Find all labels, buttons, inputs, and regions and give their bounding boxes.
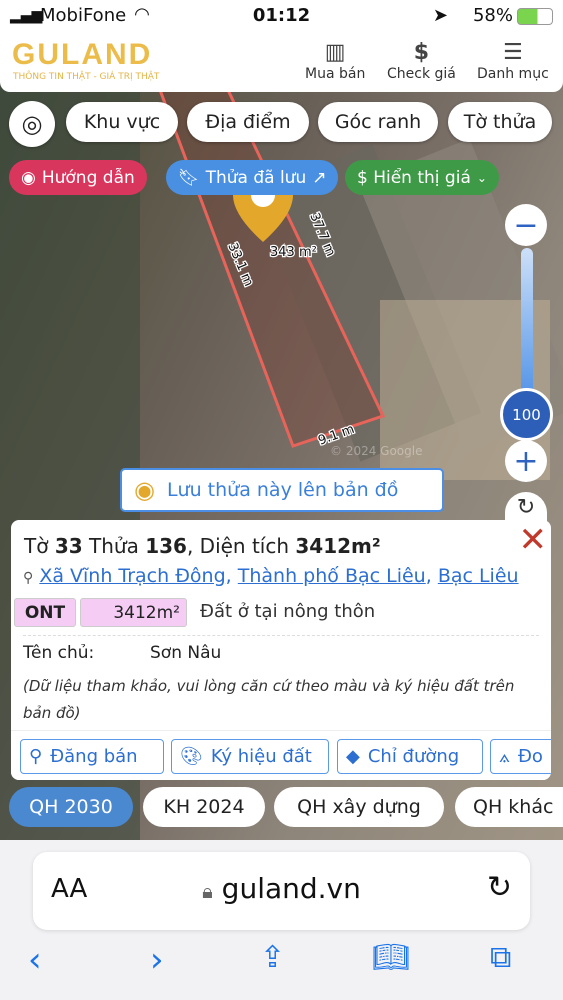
address-commune-link[interactable]: Xã Vĩnh Trạch Đông <box>39 565 225 587</box>
external-arrow-icon: ↗ <box>312 167 327 188</box>
action-bar: ⚲ Đăng bán 🎨︎ Ký hiệu đất ◆ Chỉ đường ⟑ Đo <box>11 730 551 780</box>
guide-label: Hướng dẫn <box>41 167 135 188</box>
building-icon: ▥ <box>324 40 346 65</box>
add-location-icon: ⚲ <box>29 746 43 767</box>
tab-kh-2024[interactable]: KH 2024 <box>143 787 265 827</box>
tab-qh-khac[interactable]: QH khác <box>455 787 563 827</box>
nav-label: Danh mục <box>477 66 549 82</box>
address-bar[interactable]: AA 🔒︎ guland.vn ↻ <box>33 852 530 930</box>
action-label: Ký hiệu đất <box>210 746 312 767</box>
back-icon[interactable]: ‹ <box>28 940 42 980</box>
filter-dia-diem[interactable]: Địa điểm <box>187 102 309 142</box>
dollar-icon: $ <box>413 40 430 65</box>
nav-label: Check giá <box>387 66 456 82</box>
plus-icon: + <box>513 443 539 479</box>
reload-icon[interactable]: ↻ <box>487 870 512 905</box>
share-icon[interactable]: ⇪ <box>260 940 285 975</box>
zoom-slider[interactable] <box>521 248 533 408</box>
bookmarks-icon[interactable]: 📖︎ <box>372 940 410 975</box>
rotate-icon: ↻ <box>516 494 536 520</box>
owner-value: Sơn Nâu <box>150 643 222 663</box>
action-label: Đăng bán <box>50 746 138 767</box>
status-bar: ▂▄▆ MobiFone ◠ 01:12 ➤ 58% <box>0 0 563 32</box>
zoom-handle[interactable]: 100 <box>500 388 553 441</box>
menu-icon: ☰ <box>503 40 523 65</box>
parcel-title: Tờ 33 Thửa 136, Diện tích 3412m² <box>24 534 381 558</box>
guland-pin-icon: ◉ <box>134 476 155 504</box>
slogan: THÔNG TIN THẬT - GIÁ TRỊ THẬT <box>13 72 160 82</box>
action-label: Chỉ đường <box>367 746 460 767</box>
locate-button[interactable]: ◎ <box>9 101 55 147</box>
crosshair-icon: ◎ <box>21 110 43 138</box>
saved-parcels-button[interactable]: 🔖︎ Thửa đã lưu ↗ <box>166 160 339 195</box>
action-label: Đo <box>517 746 543 767</box>
save-parcel-button[interactable]: ◉ Lưu thửa này lên bản đồ <box>120 468 444 512</box>
land-symbols-button[interactable]: 🎨︎ Ký hiệu đất <box>171 739 329 774</box>
land-area-badge: 3412m² <box>80 598 187 627</box>
land-code-badge: ONT <box>14 598 76 627</box>
battery-icon <box>517 8 553 25</box>
pin-icon: ⚲ <box>23 570 34 586</box>
measure-button[interactable]: ⟑ Đo <box>490 739 551 774</box>
filter-goc-ranh[interactable]: Góc ranh <box>318 102 438 142</box>
palette-icon: 🎨︎ <box>180 746 203 767</box>
tab-qh-2030[interactable]: QH 2030 <box>9 787 133 827</box>
divider <box>23 635 539 636</box>
nav-mua-ban[interactable]: ▥ Mua bán <box>305 40 365 82</box>
chevron-down-icon: ⌄ <box>476 170 487 185</box>
parcel-info-card: Tờ 33 Thửa 136, Diện tích 3412m² ✕ ⚲ Xã … <box>11 520 551 780</box>
close-icon[interactable]: ✕ <box>519 520 548 560</box>
guland-logo[interactable]: GULAND <box>12 38 152 72</box>
disclaimer-note: (Dữ liệu tham khảo, vui lòng căn cứ theo… <box>23 677 515 722</box>
parcel-area-label: 343 m² <box>270 245 317 260</box>
filter-khu-vuc[interactable]: Khu vực <box>66 102 178 142</box>
post-sale-button[interactable]: ⚲ Đăng bán <box>20 739 164 774</box>
parcel-address: ⚲ Xã Vĩnh Trạch Đông, Thành phố Bạc Liêu… <box>23 565 519 587</box>
app-header: GULAND THÔNG TIN THẬT - GIÁ TRỊ THẬT ▥ Mu… <box>0 32 563 92</box>
play-icon: ◉ <box>21 167 36 188</box>
tabs-icon[interactable]: ⧉ <box>490 940 511 975</box>
nav-label: Mua bán <box>305 66 366 82</box>
battery-percent: 58% <box>472 5 513 26</box>
directions-button[interactable]: ◆ Chỉ đường <box>337 739 483 774</box>
map-watermark: © 2024 Google <box>330 444 422 458</box>
zoom-in-button[interactable]: + <box>505 440 547 482</box>
measure-icon: ⟑ <box>499 746 510 767</box>
location-arrow-icon: ➤ <box>432 5 448 26</box>
nav-check-gia[interactable]: $ Check giá <box>387 40 456 82</box>
owner-label: Tên chủ: <box>23 643 95 663</box>
minus-icon: − <box>513 207 539 243</box>
address-province-link[interactable]: Bạc Liêu <box>438 565 519 587</box>
land-type: Đất ở tại nông thôn <box>200 601 376 622</box>
filter-to-thua[interactable]: Tờ thửa <box>448 102 552 142</box>
bookmark-icon: 🔖︎ <box>178 167 200 188</box>
url-domain: 🔒︎ guland.vn <box>202 872 361 905</box>
guide-button[interactable]: ◉ Hướng dẫn <box>9 160 147 195</box>
address-city-link[interactable]: Thành phố Bạc Liêu <box>238 565 426 587</box>
show-price-button[interactable]: $ Hiển thị giá ⌄ <box>345 160 499 195</box>
save-parcel-label: Lưu thửa này lên bản đồ <box>166 479 399 501</box>
lock-icon: 🔒︎ <box>202 879 213 903</box>
forward-icon[interactable]: › <box>150 940 164 980</box>
tab-qh-xay-dung[interactable]: QH xây dựng <box>274 787 444 827</box>
browser-toolbar: AA 🔒︎ guland.vn ↻ ‹ › ⇪ 📖︎ ⧉ <box>0 840 563 1000</box>
nav-danh-muc[interactable]: ☰ Danh mục <box>477 40 549 82</box>
directions-icon: ◆ <box>346 746 360 767</box>
price-label: $ Hiển thị giá <box>357 167 471 188</box>
saved-label: Thửa đã lưu <box>205 167 307 188</box>
zoom-out-button[interactable]: − <box>505 204 547 246</box>
